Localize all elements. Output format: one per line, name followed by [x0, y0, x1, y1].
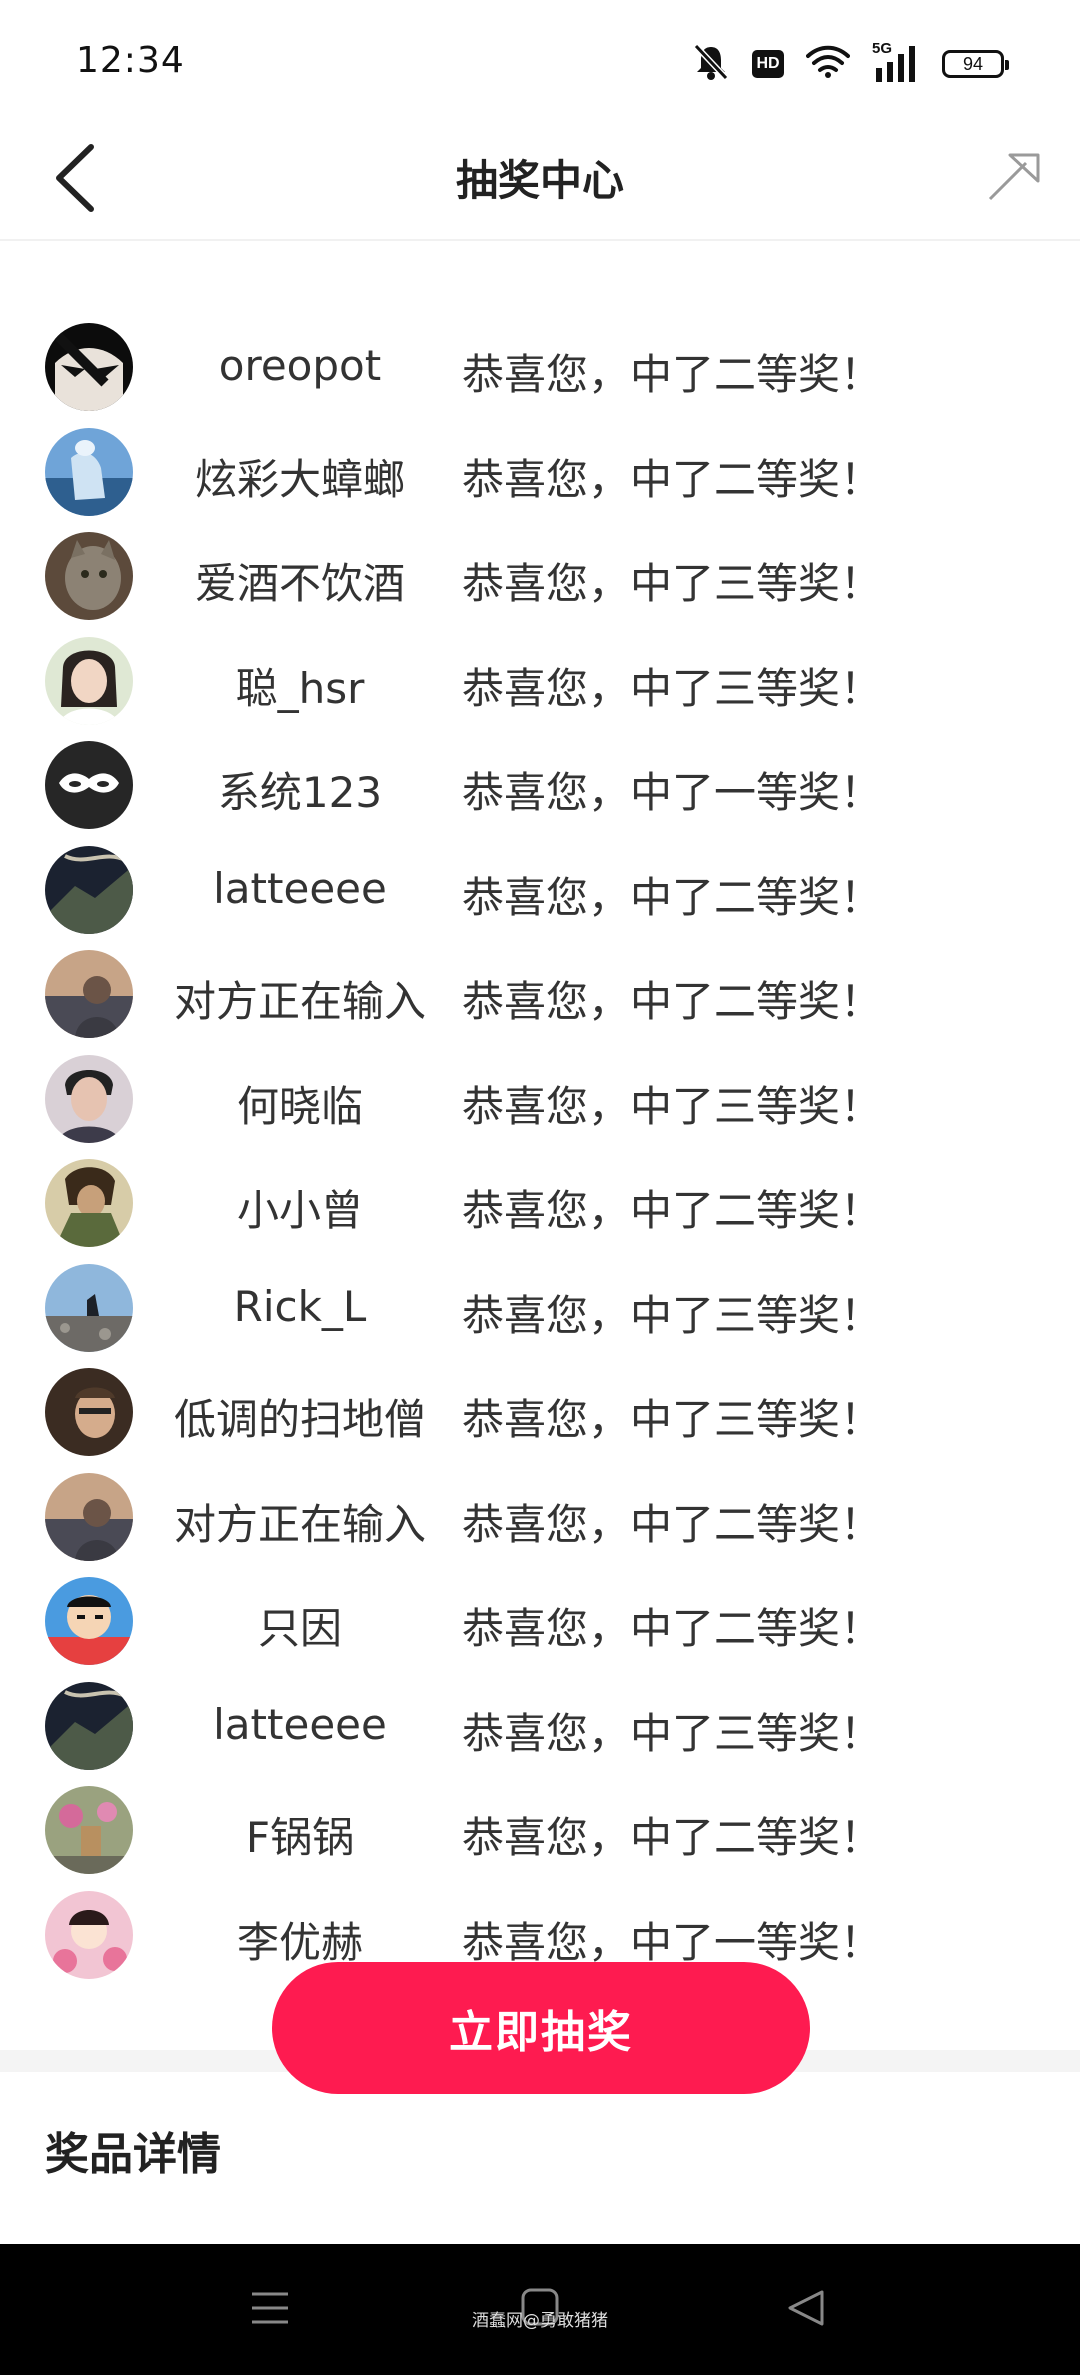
winner-message: 恭喜您，中了一等奖！	[462, 1917, 883, 1967]
winner-name: 何晓临	[236, 1081, 363, 1131]
avatar[interactable]	[45, 1681, 133, 1770]
winner-name: oreopot	[218, 341, 382, 390]
avatar[interactable]	[45, 636, 133, 725]
winner-name: 爱酒不饮酒	[194, 559, 405, 608]
avatar[interactable]	[45, 845, 133, 934]
top-navigation-bar: 抽奖中心	[0, 125, 1080, 241]
list-item: 低调的扫地僧 恭喜您，中了三等奖！	[0, 1360, 1080, 1465]
system-navigation-bar: 酒蠢网@勇敢猪猪	[0, 2244, 1080, 2375]
winner-message: 恭喜您，中了二等奖！	[462, 872, 883, 922]
mute-bell-icon	[692, 42, 730, 86]
winner-message: 恭喜您，中了二等奖！	[462, 1604, 883, 1653]
avatar[interactable]	[45, 741, 133, 829]
cellular-signal-icon: 5G	[872, 40, 920, 84]
share-button[interactable]	[974, 139, 1054, 219]
winner-message: 恭喜您，中了二等奖！	[462, 1186, 883, 1235]
avatar[interactable]	[45, 1263, 133, 1352]
status-time: 12:34	[76, 40, 185, 81]
list-item: 何晓临 恭喜您，中了三等奖！	[0, 1047, 1080, 1152]
list-item: latteeee 恭喜您，中了三等奖！	[0, 1674, 1080, 1779]
winner-name: F锅锅	[245, 1813, 355, 1862]
winner-name: latteeee	[213, 1699, 387, 1749]
page-title: 抽奖中心	[455, 156, 624, 205]
winner-name: 只因	[257, 1604, 342, 1653]
watermark-text: 酒蠢网@勇敢猪猪	[472, 2311, 608, 2331]
winner-name: 李优赫	[236, 1917, 363, 1967]
list-item: oreopot 恭喜您，中了二等奖！	[0, 315, 1080, 420]
list-item: 爱酒不饮酒 恭喜您，中了三等奖！	[0, 524, 1080, 629]
winner-name: 聪_hsr	[235, 663, 365, 713]
avatar[interactable]	[45, 1472, 133, 1561]
list-item: 炫彩大蟑螂 恭喜您，中了二等奖！	[0, 420, 1080, 525]
winner-message: 恭喜您，中了三等奖！	[462, 663, 883, 713]
winner-message: 恭喜您，中了二等奖！	[462, 350, 883, 399]
avatar[interactable]	[45, 1890, 133, 1979]
winner-name: 炫彩大蟑螂	[194, 454, 405, 504]
wifi-icon	[806, 45, 850, 83]
hd-icon: HD	[752, 50, 784, 78]
winner-name: latteeee	[213, 863, 387, 913]
list-item: 对方正在输入 恭喜您，中了二等奖！	[0, 942, 1080, 1047]
lottery-center-page: 12:34 HD 5G 94 抽奖中心 oreopot 恭喜您，中了二等奖！ 炫…	[0, 0, 1080, 2375]
share-arrow-icon	[986, 151, 1042, 207]
winner-name: 系统123	[217, 768, 383, 817]
winner-name: 对方正在输入	[173, 1499, 426, 1549]
winner-message: 恭喜您，中了二等奖！	[462, 1813, 883, 1862]
status-icons: HD 5G 94	[692, 40, 1009, 88]
avatar[interactable]	[45, 323, 133, 411]
prize-details-heading: 奖品详情	[45, 2129, 221, 2180]
winner-message: 恭喜您，中了三等奖！	[462, 1081, 883, 1131]
avatar[interactable]	[45, 427, 133, 516]
winner-message: 恭喜您，中了三等奖！	[462, 559, 883, 608]
list-item: 系统123 恭喜您，中了一等奖！	[0, 733, 1080, 838]
winner-message: 恭喜您，中了一等奖！	[462, 768, 883, 817]
avatar[interactable]	[45, 1577, 133, 1665]
winner-message: 恭喜您，中了二等奖！	[462, 977, 883, 1026]
draw-now-button[interactable]: 立即抽奖	[272, 1962, 810, 2094]
avatar[interactable]	[45, 1786, 133, 1874]
status-bar: 12:34 HD 5G 94	[0, 0, 1080, 125]
winner-message: 恭喜您，中了三等奖！	[462, 1395, 883, 1444]
avatar[interactable]	[45, 1368, 133, 1456]
avatar[interactable]	[45, 1054, 133, 1143]
list-item: 只因 恭喜您，中了二等奖！	[0, 1569, 1080, 1674]
winner-name: Rick_L	[233, 1281, 367, 1331]
winner-message: 恭喜您，中了二等奖！	[462, 1499, 883, 1549]
avatar[interactable]	[45, 532, 133, 620]
winner-name: 小小曾	[236, 1186, 363, 1235]
winner-message: 恭喜您，中了三等奖！	[462, 1290, 883, 1340]
winner-name: 对方正在输入	[173, 977, 426, 1026]
list-item: 小小曾 恭喜您，中了二等奖！	[0, 1151, 1080, 1256]
winner-message: 恭喜您，中了二等奖！	[462, 454, 883, 504]
list-item: F锅锅 恭喜您，中了二等奖！	[0, 1778, 1080, 1883]
list-item: 对方正在输入 恭喜您，中了二等奖！	[0, 1465, 1080, 1570]
battery-icon: 94	[942, 50, 1009, 78]
list-item: latteeee 恭喜您，中了二等奖！	[0, 838, 1080, 943]
avatar[interactable]	[45, 950, 133, 1038]
list-item: Rick_L 恭喜您，中了三等奖！	[0, 1256, 1080, 1361]
battery-level: 94	[962, 53, 984, 74]
winner-name: 低调的扫地僧	[173, 1395, 426, 1444]
winner-list: oreopot 恭喜您，中了二等奖！ 炫彩大蟑螂 恭喜您，中了二等奖！ 爱酒不饮…	[0, 315, 1080, 1987]
avatar[interactable]	[45, 1159, 133, 1247]
winner-message: 恭喜您，中了三等奖！	[462, 1708, 883, 1758]
list-item: 聪_hsr 恭喜您，中了三等奖！	[0, 629, 1080, 734]
